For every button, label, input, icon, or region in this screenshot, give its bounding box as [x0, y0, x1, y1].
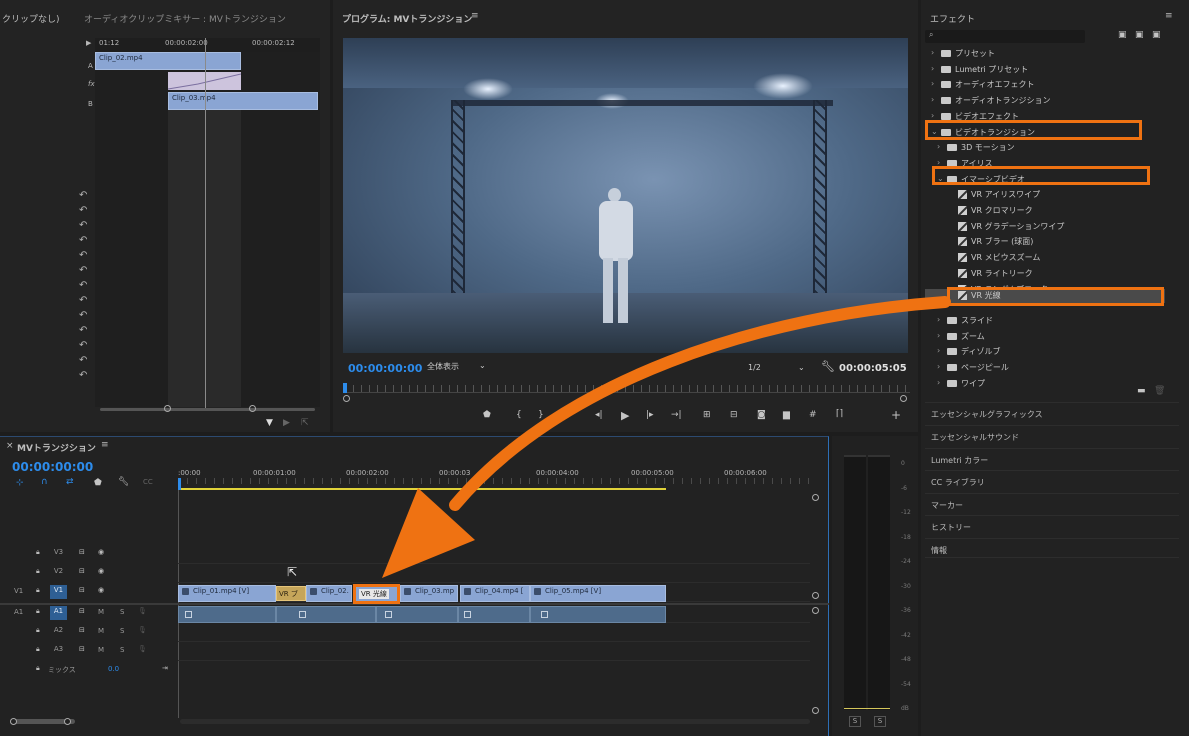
annotation-arrow [382, 296, 951, 578]
